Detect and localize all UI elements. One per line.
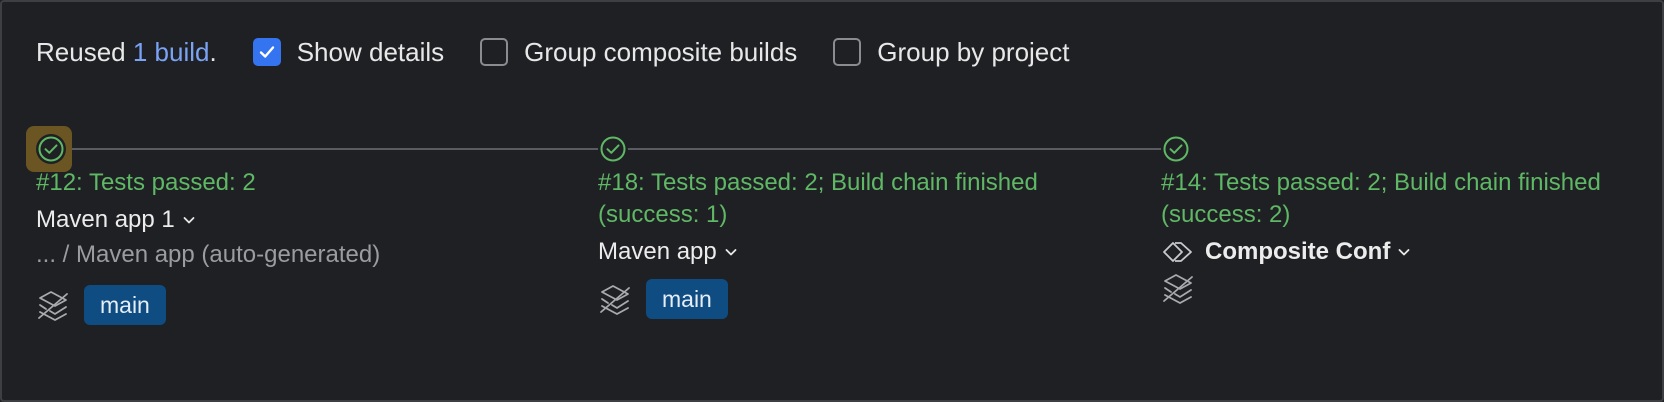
build-config-name: Composite Conf xyxy=(1205,238,1391,265)
chevron-down-icon xyxy=(1398,249,1410,256)
reused-suffix: . xyxy=(209,36,217,67)
branch-tag[interactable]: main xyxy=(646,279,728,319)
chevron-down-icon xyxy=(183,217,195,224)
build-chain-panel: Reused 1 build. Show details Group compo… xyxy=(0,0,1664,402)
group-composite-builds-label: Group composite builds xyxy=(524,36,798,67)
chevron-down-icon xyxy=(725,249,737,256)
branch-row: main xyxy=(36,285,556,325)
group-composite-builds-checkbox[interactable]: Group composite builds xyxy=(480,37,797,68)
checkmark-icon xyxy=(259,46,274,58)
build-status-node-1[interactable] xyxy=(36,134,66,164)
build-config-name: Maven app xyxy=(598,238,717,265)
show-details-label: Show details xyxy=(296,36,445,67)
build-status-node-2[interactable] xyxy=(598,134,628,164)
build-config-name: Maven app 1 xyxy=(36,206,175,233)
build-status-line-1: #18: Tests passed: 2; Build chain finish… xyxy=(598,169,1038,196)
build-card-2: #18: Tests passed: 2; Build chain finish… xyxy=(598,167,1118,319)
branch-row xyxy=(1161,271,1641,305)
group-by-project-label: Group by project xyxy=(877,36,1070,67)
build-card-1: #12: Tests passed: 2 Maven app 1 ... / M… xyxy=(36,167,556,325)
composite-icon xyxy=(1163,242,1192,262)
group-by-project-checkbox[interactable]: Group by project xyxy=(833,36,1070,68)
build-status-link[interactable]: #12: Tests passed: 2 xyxy=(36,167,556,199)
build-card-3: #14: Tests passed: 2; Build chain finish… xyxy=(1161,167,1641,305)
checkbox-box[interactable] xyxy=(252,38,281,66)
build-status-node-3[interactable] xyxy=(1161,134,1191,164)
reused-prefix: Reused xyxy=(36,36,126,67)
reused-builds-text: Reused 1 build. xyxy=(36,37,217,68)
build-config-dropdown[interactable]: Maven app xyxy=(598,235,1118,269)
build-status-line-1: #14: Tests passed: 2; Build chain finish… xyxy=(1161,169,1601,196)
layers-icon xyxy=(600,285,630,316)
checkbox-box[interactable] xyxy=(833,38,862,66)
toolbar: Reused 1 build. Show details Group compo… xyxy=(36,32,1070,72)
layers-icon xyxy=(1163,274,1193,305)
check-circle-icon xyxy=(38,136,64,162)
show-details-checkbox[interactable]: Show details xyxy=(252,36,445,68)
build-status-link[interactable]: #18: Tests passed: 2; Build chain finish… xyxy=(598,167,1118,231)
branch-tag[interactable]: main xyxy=(84,285,166,325)
build-status-line-2: (success: 2) xyxy=(1161,201,1291,228)
build-status-line-2: (success: 1) xyxy=(598,201,728,228)
build-config-dropdown[interactable]: Maven app 1 xyxy=(36,203,556,237)
check-circle-icon xyxy=(600,136,626,162)
reused-builds-link[interactable]: 1 build xyxy=(133,37,210,67)
branch-row: main xyxy=(598,279,1118,319)
project-path: ... / Maven app (auto-generated) xyxy=(36,241,381,268)
layers-icon xyxy=(38,291,68,322)
build-config-dropdown[interactable]: Composite Conf xyxy=(1161,235,1641,269)
build-status-link[interactable]: #14: Tests passed: 2; Build chain finish… xyxy=(1161,167,1641,231)
checkbox-box[interactable] xyxy=(480,38,509,66)
check-circle-icon xyxy=(1163,136,1189,162)
